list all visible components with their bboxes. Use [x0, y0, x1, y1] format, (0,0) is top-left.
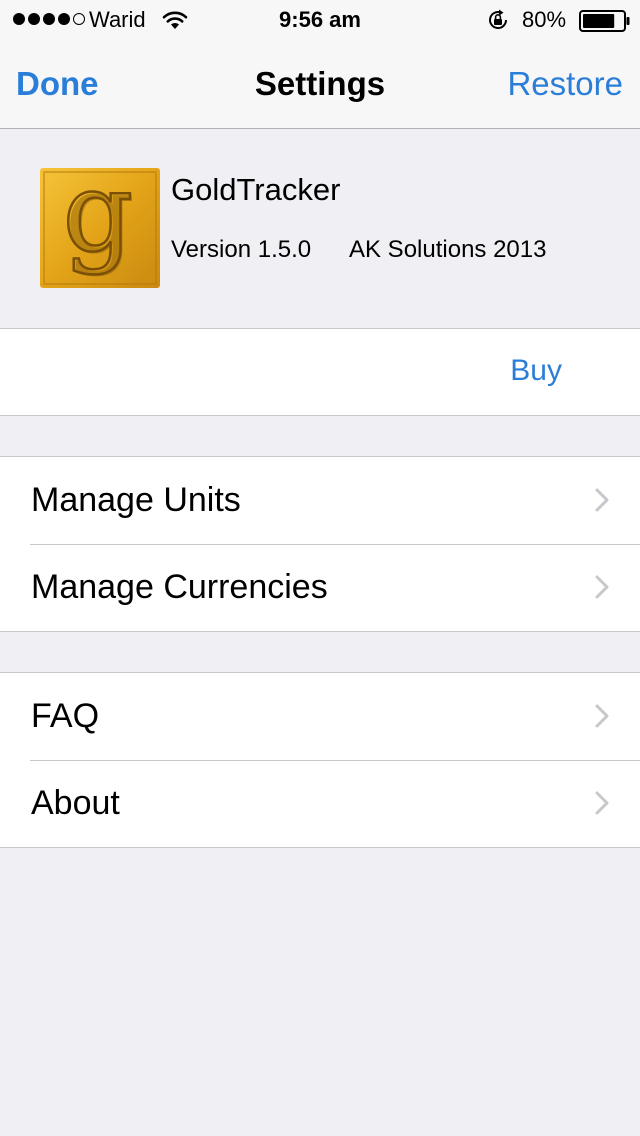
rotation-lock-icon	[489, 9, 507, 29]
faq-row[interactable]: FAQ	[0, 673, 640, 760]
chevron-right-icon	[595, 704, 609, 728]
faq-label: FAQ	[31, 697, 100, 735]
manage-currencies-row[interactable]: Manage Currencies	[0, 544, 640, 631]
buy-button[interactable]: Buy	[510, 351, 562, 391]
svg-text:g: g	[63, 168, 133, 276]
app-company: AK Solutions 2013	[349, 236, 547, 263]
battery-percentage: 80%	[522, 7, 567, 32]
app-name: GoldTracker	[171, 172, 341, 207]
chevron-right-icon	[595, 791, 609, 815]
info-section: FAQ About	[0, 672, 640, 848]
manage-units-row[interactable]: Manage Units	[0, 457, 640, 544]
about-row[interactable]: About	[0, 760, 640, 847]
app-version: Version 1.5.0	[171, 236, 312, 263]
restore-button[interactable]: Restore	[507, 64, 623, 104]
status-bar: Warid 9:56 am 80%	[0, 0, 640, 40]
battery-icon	[579, 10, 630, 32]
navigation-bar: Done Settings Restore	[0, 40, 640, 128]
chevron-right-icon	[595, 488, 609, 512]
purchase-section: Buy	[0, 328, 640, 416]
chevron-right-icon	[595, 575, 609, 599]
manage-units-label: Manage Units	[31, 481, 241, 519]
manage-section: Manage Units Manage Currencies	[0, 456, 640, 632]
top-bar: Warid 9:56 am 80% Done Settings Restore	[0, 0, 640, 129]
app-logo-icon: g g	[40, 168, 160, 288]
manage-currencies-label: Manage Currencies	[31, 568, 328, 606]
about-label: About	[31, 784, 120, 822]
